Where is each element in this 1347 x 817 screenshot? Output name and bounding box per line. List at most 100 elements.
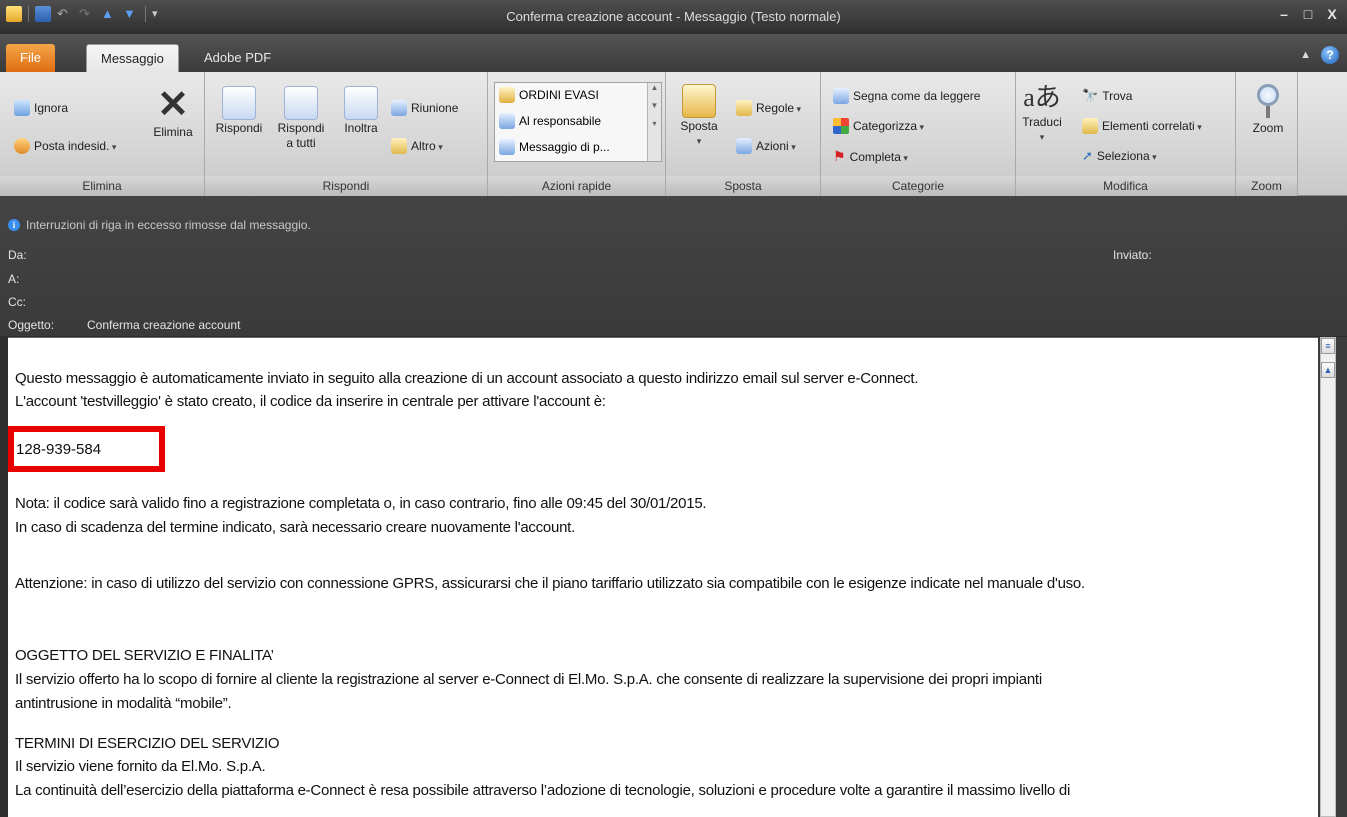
categorize-icon	[833, 118, 849, 134]
traduci-label: Traduci	[1022, 115, 1062, 129]
trova-button[interactable]: 🔭 Trova	[1082, 88, 1132, 104]
vertical-scrollbar-area: ≡ ▲	[1318, 337, 1347, 817]
completa-button[interactable]: ⚑ Completa	[833, 148, 908, 165]
vertical-scrollbar[interactable]: ≡ ▲	[1320, 337, 1336, 817]
rispondi-tutti-label-1: Rispondi	[277, 121, 325, 135]
quick-step-label: Messaggio di p...	[519, 140, 610, 154]
group-modifica: aあ Traduci ▾ 🔭 Trova Elementi correlati …	[1016, 72, 1236, 196]
minimize-button[interactable]: –	[1277, 6, 1291, 22]
quick-steps-scroll[interactable]: ▲ ▼ ▾	[647, 83, 661, 161]
regole-button[interactable]: Regole	[736, 100, 801, 116]
seleziona-button[interactable]: ➚ Seleziona	[1082, 148, 1157, 164]
elementi-correlati-button[interactable]: Elementi correlati	[1082, 118, 1202, 134]
elementi-label: Elementi correlati	[1102, 119, 1202, 133]
actions-icon	[736, 138, 752, 154]
group-label-zoom: Zoom	[1236, 176, 1297, 196]
posta-indesid-label: Posta indesid.	[34, 139, 116, 153]
maximize-button[interactable]: □	[1301, 6, 1315, 22]
body-line: antintrusione in modalità “mobile”.	[15, 695, 232, 712]
tab-messaggio[interactable]: Messaggio	[86, 44, 179, 72]
close-button[interactable]: X	[1325, 6, 1339, 22]
quick-step-ordini-evasi[interactable]: ORDINI EVASI	[499, 87, 599, 103]
quick-steps-gallery: ORDINI EVASI Al responsabile Messaggio d…	[494, 82, 662, 162]
completa-label: Completa	[850, 150, 908, 164]
azioni-label: Azioni	[756, 139, 796, 153]
azioni-button[interactable]: Azioni	[736, 138, 796, 154]
inoltra-button[interactable]: Inoltra	[333, 86, 389, 135]
junk-mail-icon	[14, 138, 30, 154]
related-items-icon	[1082, 118, 1098, 134]
ignora-button[interactable]: Ignora	[14, 100, 68, 116]
altro-label: Altro	[411, 139, 443, 153]
ignora-label: Ignora	[34, 101, 69, 115]
window-controls: – □ X	[1277, 6, 1339, 22]
quick-step-messaggio[interactable]: Messaggio di p...	[499, 139, 610, 155]
reply-all-icon	[284, 86, 318, 120]
flag-icon: ⚑	[833, 148, 846, 164]
help-icon[interactable]: ?	[1321, 46, 1339, 64]
folder-move-icon	[499, 87, 515, 103]
sposta-button[interactable]: Sposta ▾	[674, 84, 724, 148]
group-rispondi: Rispondi Rispondi a tutti Inoltra Riunio…	[205, 72, 488, 196]
elimina-button[interactable]: ✕ Elimina	[145, 86, 201, 139]
body-line: La continuità dell’esercizio della piatt…	[15, 782, 1071, 799]
activation-code-highlight: 128-939-584	[8, 426, 165, 472]
group-elimina: Ignora Posta indesid. ✕ Elimina Elimina	[0, 72, 205, 196]
categorizza-label: Categorizza	[853, 119, 924, 133]
group-label-elimina: Elimina	[0, 176, 204, 196]
minimize-ribbon-icon[interactable]: ▲	[1300, 49, 1311, 61]
sposta-label: Sposta	[680, 119, 718, 133]
subject-label: Oggetto:	[8, 318, 55, 332]
ignore-icon	[14, 100, 30, 116]
message-body[interactable]: Questo messaggio è automaticamente invia…	[8, 337, 1318, 817]
body-line: L'account 'testvilleggio' è stato creato…	[15, 393, 606, 410]
unread-mail-icon	[833, 88, 849, 104]
zoom-label: Zoom	[1252, 121, 1284, 135]
section-heading: TERMINI DI ESERCIZIO DEL SERVIZIO	[15, 735, 280, 752]
forward-icon	[344, 86, 378, 120]
group-zoom: Zoom Zoom	[1236, 72, 1298, 196]
riunione-button[interactable]: Riunione	[391, 100, 458, 116]
sent-label: Inviato:	[1113, 248, 1152, 262]
info-icon: i	[8, 219, 20, 231]
segna-come-da-leggere-button[interactable]: Segna come da leggere	[833, 88, 980, 104]
rispondi-a-tutti-button[interactable]: Rispondi a tutti	[271, 86, 331, 150]
posta-indesiderata-button[interactable]: Posta indesid.	[14, 138, 116, 154]
traduci-button[interactable]: aあ Traduci ▾	[1020, 82, 1064, 144]
body-line: Questo messaggio è automaticamente invia…	[15, 370, 919, 387]
tab-adobe-pdf[interactable]: Adobe PDF	[190, 44, 285, 70]
group-label-categorie: Categorie	[821, 176, 1015, 196]
info-text: Interruzioni di riga in eccesso rimosse …	[26, 218, 311, 232]
zoom-button[interactable]: Zoom	[1246, 82, 1290, 135]
body-line: Il servizio offerto ha lo scopo di forni…	[15, 671, 1042, 688]
window-title: Conferma creazione account - Messaggio (…	[506, 9, 841, 24]
group-label-sposta: Sposta	[666, 176, 820, 196]
scroll-split-handle[interactable]: ≡	[1321, 338, 1335, 354]
quick-step-al-responsabile[interactable]: Al responsabile	[499, 113, 601, 129]
inoltra-label: Inoltra	[344, 121, 378, 135]
dropdown-arrow-icon: ▾	[696, 136, 702, 146]
cursor-icon: ➚	[1082, 148, 1093, 163]
message-header: i Interruzioni di riga in eccesso rimoss…	[0, 196, 1347, 336]
quick-step-label: Al responsabile	[519, 114, 602, 128]
scroll-up-button[interactable]: ▲	[1321, 362, 1335, 378]
body-line: Attenzione: in caso di utilizzo del serv…	[15, 575, 1085, 592]
altro-button[interactable]: Altro	[391, 138, 443, 154]
rispondi-label: Rispondi	[215, 121, 263, 135]
from-label: Da:	[8, 248, 27, 262]
rispondi-button[interactable]: Rispondi	[209, 86, 269, 135]
riunione-label: Riunione	[411, 101, 459, 115]
tab-file[interactable]: File	[6, 44, 55, 72]
meeting-icon	[391, 100, 407, 116]
reply-icon	[222, 86, 256, 120]
move-folder-icon	[682, 84, 716, 118]
info-bar[interactable]: i Interruzioni di riga in eccesso rimoss…	[8, 218, 311, 232]
regole-label: Regole	[756, 101, 801, 115]
seleziona-label: Seleziona	[1097, 149, 1157, 163]
more-icon	[391, 138, 407, 154]
categorizza-button[interactable]: Categorizza	[833, 118, 924, 134]
group-sposta: Sposta ▾ Regole Azioni Sposta	[666, 72, 821, 196]
group-azioni-rapide: ORDINI EVASI Al responsabile Messaggio d…	[488, 72, 666, 196]
body-line: Nota: il codice sarà valido fino a regis…	[15, 495, 707, 512]
segna-label: Segna come da leggere	[853, 89, 981, 103]
